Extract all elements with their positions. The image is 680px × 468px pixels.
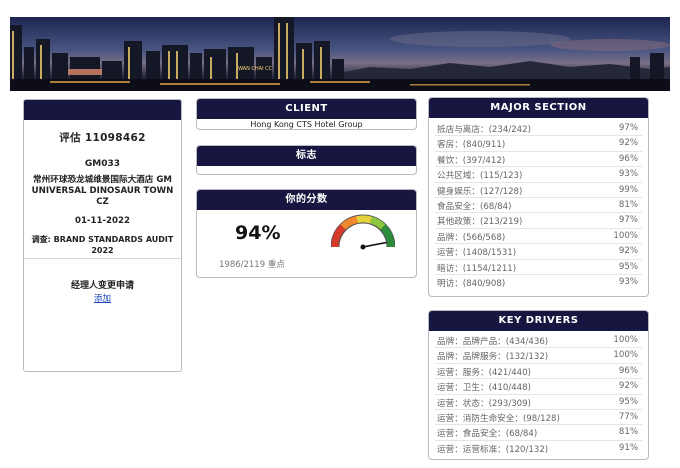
header-banner: WAN CHAI CC xyxy=(10,17,670,91)
list-item-label: 品牌：品牌产品：(434/436) xyxy=(437,337,549,347)
major-section-title: MAJOR SECTION xyxy=(429,98,648,118)
list-item-label: 明访：(840/908) xyxy=(437,279,506,289)
logo-card-title: 标志 xyxy=(197,146,416,166)
list-item-percent: 92% xyxy=(618,381,638,392)
list-item: 运营：(1408/1531) 92% xyxy=(429,244,648,260)
list-item: 餐饮：(397/412) 96% xyxy=(429,152,648,168)
list-item: 运营：卫生：(410/448) 92% xyxy=(429,379,648,395)
list-item-label: 运营：运营标准：(120/132) xyxy=(437,444,549,455)
list-item-percent: 100% xyxy=(613,230,638,241)
list-item-label: 餐饮：(397/412) xyxy=(437,155,506,166)
list-item-label: 运营：消防生命安全：(98/128) xyxy=(437,414,560,424)
list-item: 品牌：品牌服务：(132/132) 100% xyxy=(429,348,648,364)
list-item: 运营：状态：(293/309) 95% xyxy=(429,395,648,410)
list-item-label: 其他政策：(213/219) xyxy=(437,217,523,228)
list-item-label: 抵店与离店：(234/242) xyxy=(437,125,531,135)
list-item-percent: 92% xyxy=(618,138,638,149)
list-item: 运营：运营标准：(120/132) 91% xyxy=(429,441,648,456)
hotel-name: 常州环球恐龙城维景国际大酒店 GM UNIVERSAL DINOSAUR TOW… xyxy=(31,175,174,207)
list-item-percent: 95% xyxy=(618,261,638,272)
list-item: 其他政策：(213/219) 97% xyxy=(429,213,648,229)
list-item-percent: 81% xyxy=(618,200,638,210)
list-item-label: 公共区域：(115/123) xyxy=(437,171,523,182)
list-item-percent: 81% xyxy=(618,427,638,438)
list-item-percent: 97% xyxy=(618,215,638,226)
list-item: 公共区域：(115/123) 93% xyxy=(429,167,648,183)
list-item: 运营：消防生命安全：(98/128) 77% xyxy=(429,410,648,426)
client-card: CLIENT Hong Kong CTS Hotel Group xyxy=(196,98,417,130)
key-drivers-title: KEY DRIVERS xyxy=(429,311,648,331)
list-item-label: 品牌：品牌服务：(132/132) xyxy=(437,352,549,363)
list-item-percent: 100% xyxy=(613,335,638,345)
list-item-label: 运营：状态：(293/309) xyxy=(437,398,531,409)
list-item: 品牌：(566/568) 100% xyxy=(429,229,648,245)
list-item-percent: 93% xyxy=(618,277,638,287)
add-manager-link[interactable]: 添加 xyxy=(24,292,181,304)
list-item-label: 食品安全：(68/84) xyxy=(437,202,512,212)
banner-sign-text: WAN CHAI CC xyxy=(238,66,273,72)
city-skyline-image: WAN CHAI CC xyxy=(10,17,670,91)
assessment-date: 01-11-2022 xyxy=(75,216,130,226)
list-item-label: 运营：服务：(421/440) xyxy=(437,367,531,378)
score-percent: 94% xyxy=(235,222,281,244)
logo-card: 标志 xyxy=(196,145,417,175)
list-item: 客房：(840/911) 92% xyxy=(429,136,648,152)
list-item-percent: 95% xyxy=(618,396,638,407)
list-item-percent: 97% xyxy=(618,123,638,133)
list-item-percent: 93% xyxy=(618,169,638,180)
assessment-id: 评估 11098462 xyxy=(59,132,146,144)
list-item-percent: 96% xyxy=(618,153,638,164)
list-item: 健身娱乐：(127/128) 99% xyxy=(429,183,648,198)
gauge-needle xyxy=(362,241,387,248)
list-item-percent: 91% xyxy=(618,442,638,453)
left-card-divider xyxy=(24,258,181,259)
list-item-percent: 100% xyxy=(613,350,638,361)
list-item-percent: 77% xyxy=(618,412,638,422)
list-item: 暗访：(1154/1211) 95% xyxy=(429,260,648,275)
hotel-code: GM033 xyxy=(84,159,121,169)
list-item: 品牌：品牌产品：(434/436) 100% xyxy=(429,333,648,349)
list-item-label: 运营：卫生：(410/448) xyxy=(437,383,531,394)
score-gauge-icon xyxy=(331,214,395,250)
manager-change-label: 经理人变更申请 xyxy=(70,281,134,291)
client-card-title: CLIENT xyxy=(197,99,416,119)
list-item-label: 运营：(1408/1531) xyxy=(437,248,517,259)
list-item-percent: 99% xyxy=(618,184,638,195)
list-item: 食品安全：(68/84) 81% xyxy=(429,198,648,214)
client-name: Hong Kong CTS Hotel Group xyxy=(250,120,363,129)
score-points: 1986/2119 重点 xyxy=(219,260,285,270)
major-section-card: MAJOR SECTION 抵店与离店：(234/242) 97% 客房：(840/… xyxy=(428,97,649,297)
list-item: 明访：(840/908) 93% xyxy=(429,275,648,290)
list-item: 抵店与离店：(234/242) 97% xyxy=(429,121,648,137)
list-item-label: 品牌：(566/568) xyxy=(437,232,506,243)
audit-name: 调查: BRAND STANDARDS AUDIT 2022 xyxy=(31,235,174,255)
score-card: 你的分数 94% 1986/2119 重点 xyxy=(196,189,417,278)
assessment-card-header xyxy=(24,100,181,120)
assessment-summary-card: 评估 11098462 GM033 常州环球恐龙城维景国际大酒店 GM UNIV… xyxy=(23,99,182,372)
list-item-percent: 96% xyxy=(618,365,638,376)
list-item: 运营：服务：(421/440) 96% xyxy=(429,364,648,380)
list-item-label: 客房：(840/911) xyxy=(437,140,506,151)
list-item-label: 暗访：(1154/1211) xyxy=(437,263,517,274)
list-item-percent: 92% xyxy=(618,246,638,257)
list-item-label: 健身娱乐：(127/128) xyxy=(437,186,523,197)
list-item: 运营：食品安全：(68/84) 81% xyxy=(429,425,648,441)
key-drivers-card: KEY DRIVERS 品牌：品牌产品：(434/436) 100% 品牌：品牌服务… xyxy=(428,310,649,460)
list-item-label: 运营：食品安全：(68/84) xyxy=(437,429,538,440)
score-card-title: 你的分数 xyxy=(197,190,416,210)
